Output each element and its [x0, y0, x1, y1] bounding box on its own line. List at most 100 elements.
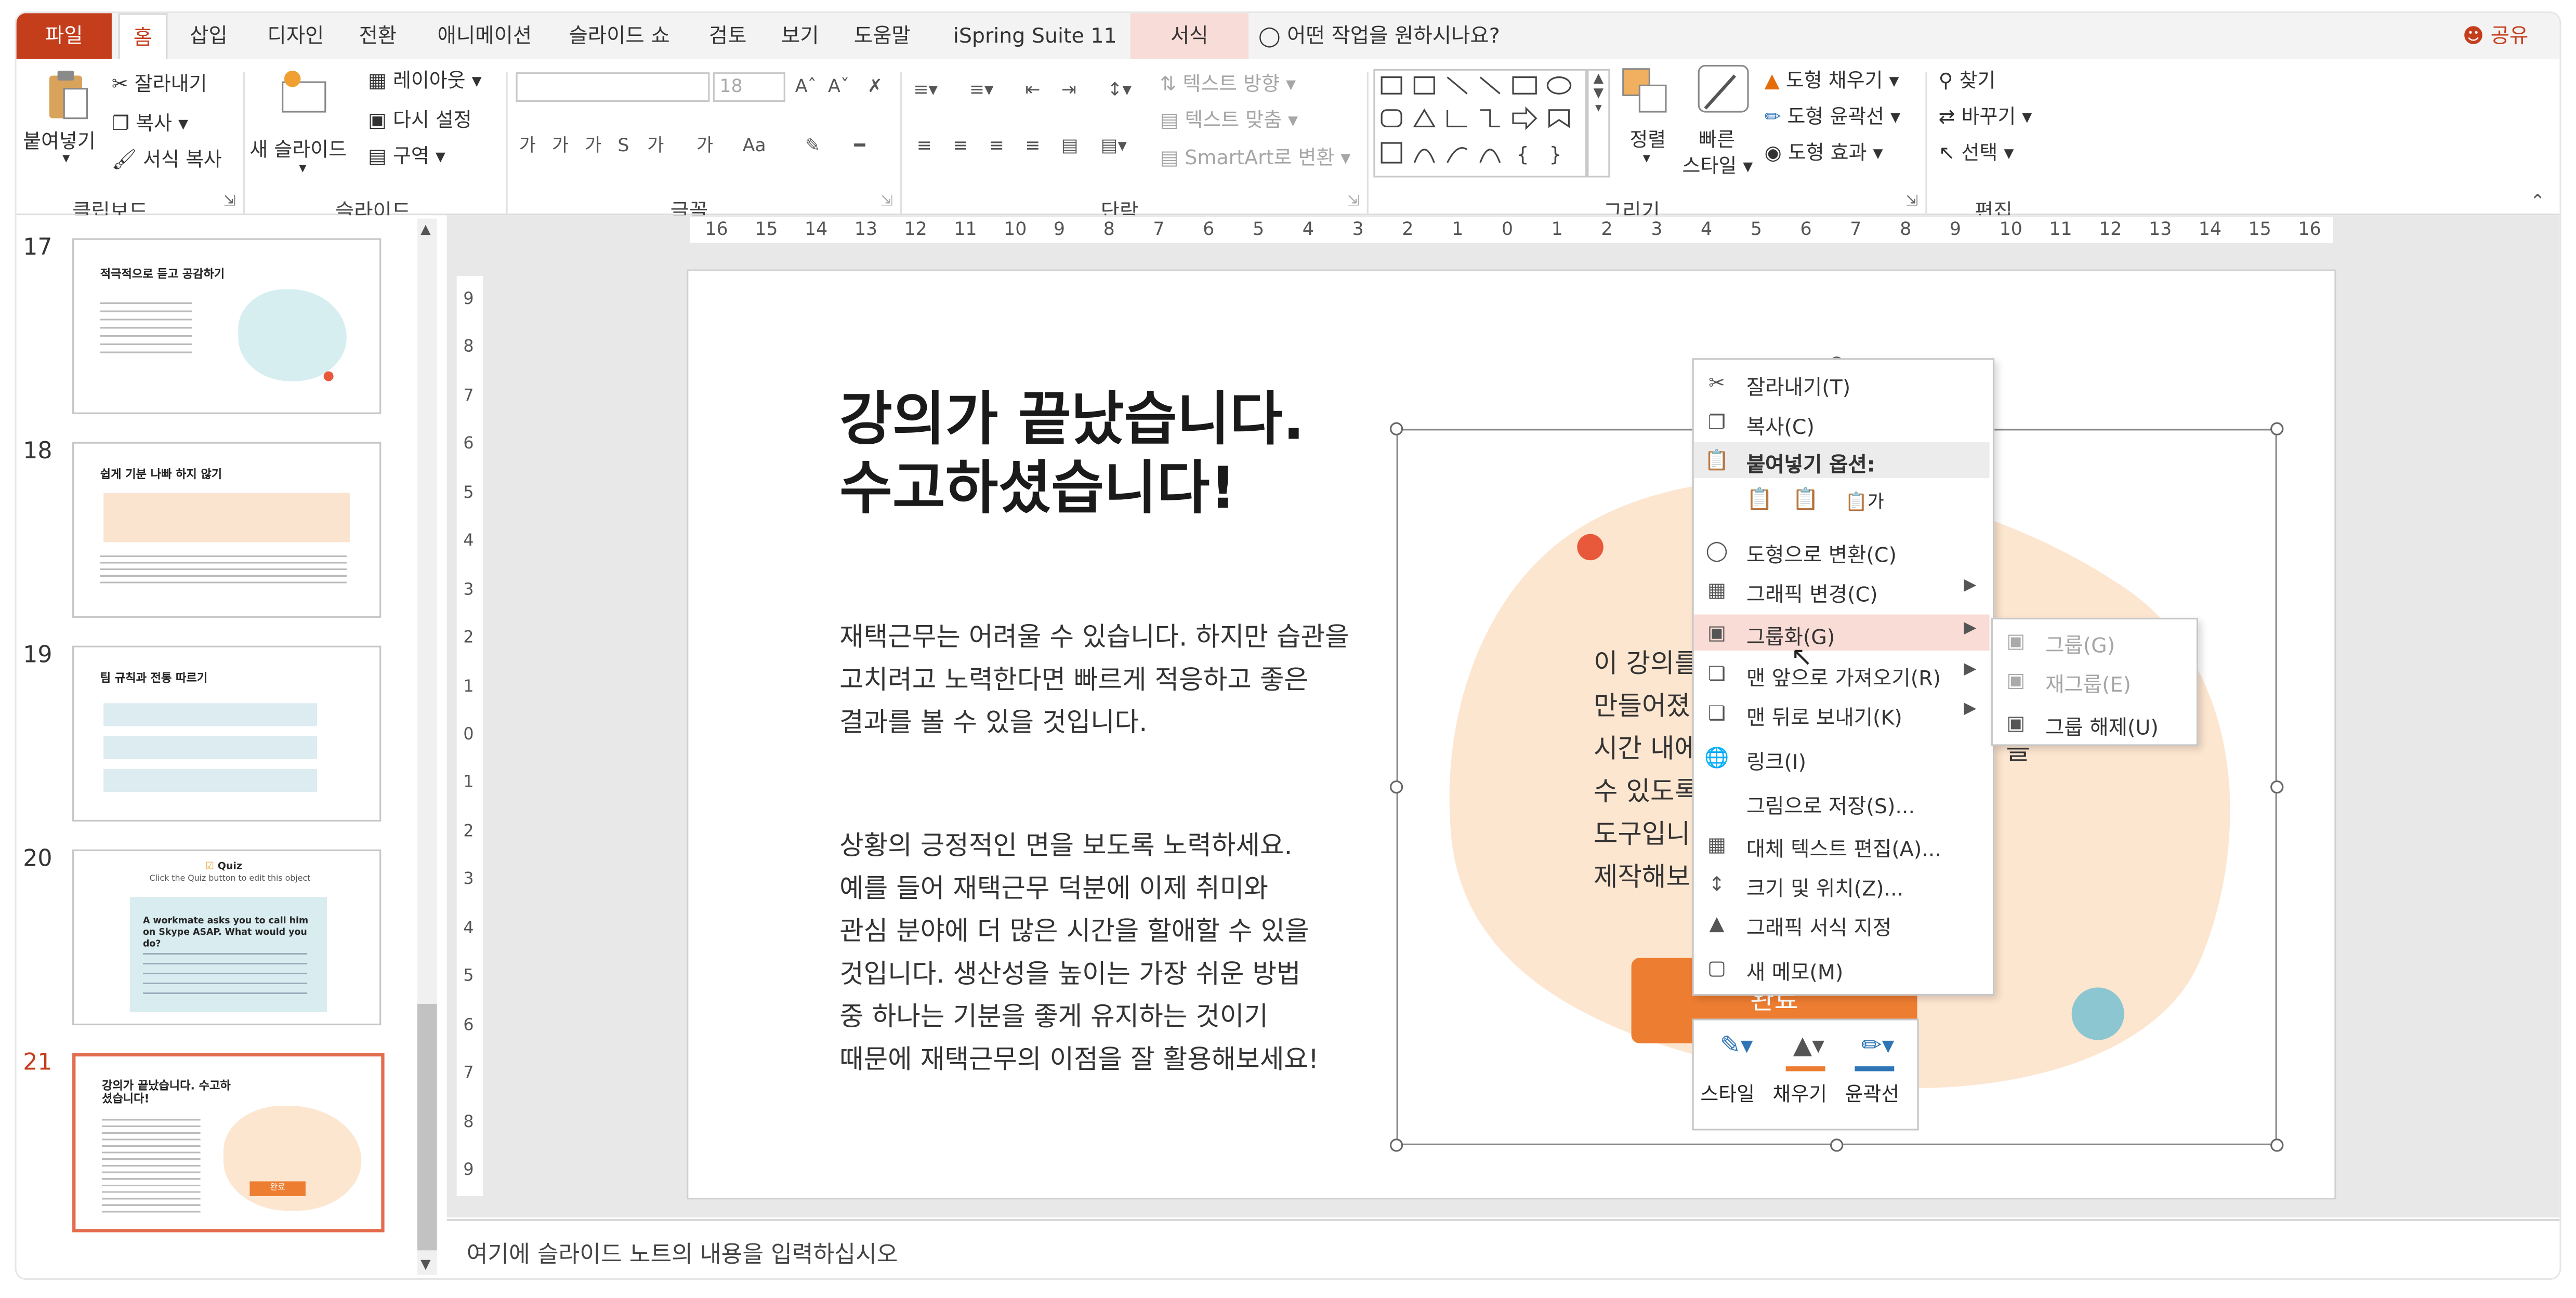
outline-button[interactable]: 윤곽선: [1845, 1079, 1899, 1107]
slide-thumbnail-17[interactable]: 적극적으로 듣고 공감하기: [72, 238, 382, 414]
submenu-item-ungroup[interactable]: ▣ 그룹 해제(U): [1993, 705, 2193, 741]
copy-button[interactable]: ❐ 복사 ▾: [112, 109, 188, 137]
shape-effects-button[interactable]: ◉ 도형 효과 ▾: [1765, 138, 1883, 166]
quick-styles-label[interactable]: 스타일 ▾: [1683, 151, 1753, 179]
smartart-button[interactable]: ▤ SmartArt로 변환 ▾: [1160, 143, 1350, 171]
font-size-combo[interactable]: 18: [713, 72, 785, 102]
resize-handle[interactable]: [1389, 422, 1403, 435]
thumbnails-scrollbar[interactable]: ▲ ▼: [417, 218, 437, 1275]
tab-home[interactable]: 홈: [118, 13, 168, 61]
resize-handle[interactable]: [1389, 780, 1403, 794]
underline-icon[interactable]: 가: [585, 135, 601, 157]
select-button[interactable]: ↖ 선택 ▾: [1939, 138, 2014, 166]
align-text-button[interactable]: ▤ 텍스트 맞춤 ▾: [1160, 105, 1298, 133]
quick-styles-button[interactable]: 빠른: [1699, 125, 1735, 153]
change-case-icon[interactable]: Aa: [743, 135, 766, 157]
arrange-icon[interactable]: [1620, 65, 1672, 118]
text-direction-button[interactable]: ⇅ 텍스트 방향 ▾: [1160, 69, 1296, 97]
slide-thumbnail-20[interactable]: ☑ Quiz Click the Quiz button to edit thi…: [72, 849, 382, 1026]
clear-format-icon[interactable]: ✗: [868, 75, 883, 98]
style-icon[interactable]: ✎▾: [1714, 1030, 1759, 1070]
shape-fill-button[interactable]: ▲ 도형 채우기 ▾: [1765, 65, 1899, 94]
submenu-item-regroup[interactable]: ▣ 재그룹(E): [1993, 662, 2193, 698]
justify-icon[interactable]: ≡: [1025, 135, 1040, 157]
shape-outline-button[interactable]: ✏ 도형 윤곽선 ▾: [1765, 102, 1901, 130]
paste-destination-theme-icon[interactable]: 📋: [1746, 488, 1779, 521]
slide-thumbnail-21[interactable]: 강의가 끝났습니다. 수고하셨습니다! 완료: [72, 1053, 385, 1233]
format-painter-button[interactable]: 🖌 서식 복사: [112, 144, 222, 173]
menu-item-send-to-back[interactable]: ❏ 맨 뒤로 보내기(K) ▶: [1694, 695, 1990, 732]
increase-indent-icon[interactable]: ⇥: [1061, 79, 1076, 102]
slide-thumbnail-18[interactable]: 쉽게 기분 나빠 하지 않기: [72, 442, 382, 618]
italic-icon[interactable]: 가: [552, 135, 569, 157]
menu-item-new-comment[interactable]: ▢ 새 메모(M): [1694, 950, 1990, 986]
numbering-icon[interactable]: ≡▾: [969, 79, 994, 102]
section-button[interactable]: ▤ 구역 ▾: [368, 141, 445, 169]
outline-icon[interactable]: ✏▾: [1855, 1030, 1900, 1070]
columns-icon[interactable]: ▤▾: [1101, 135, 1127, 157]
font-color-icon[interactable]: ━: [855, 135, 865, 157]
tab-design[interactable]: 디자인: [253, 13, 338, 59]
menu-item-alt-text[interactable]: ▦ 대체 텍스트 편집(A)...: [1694, 826, 1990, 863]
tab-animations[interactable]: 애니메이션: [427, 13, 542, 59]
shapes-scroll[interactable]: ▲ ▼ ▾: [1587, 69, 1610, 178]
share-button[interactable]: ☻ 공유: [2454, 13, 2536, 59]
distribute-icon[interactable]: ▤: [1061, 135, 1079, 157]
resize-handle[interactable]: [2270, 1138, 2284, 1152]
cut-button[interactable]: ✂ 잘라내기: [112, 69, 207, 97]
bullets-icon[interactable]: ≡▾: [913, 79, 938, 102]
font-name-combo[interactable]: [516, 72, 710, 102]
resize-handle[interactable]: [2270, 780, 2284, 794]
clipboard-launcher-icon[interactable]: ⇲: [224, 194, 236, 210]
new-slide-button[interactable]: 새 슬라이드: [249, 135, 347, 163]
submenu-item-group[interactable]: ▣ 그룹(G): [1993, 622, 2193, 659]
tab-review[interactable]: 검토: [700, 13, 755, 59]
style-button[interactable]: 스타일: [1700, 1079, 1755, 1107]
scroll-down-icon[interactable]: ▼: [420, 1257, 430, 1271]
new-slide-icon[interactable]: [279, 69, 332, 115]
decrease-indent-icon[interactable]: ⇤: [1025, 79, 1040, 102]
menu-item-group[interactable]: ▣ 그룹화(G) ▶: [1693, 614, 1990, 651]
arrange-dropdown-icon[interactable]: ▾: [1643, 151, 1650, 168]
tab-help[interactable]: 도움말: [845, 13, 920, 59]
tab-slideshow[interactable]: 슬라이드 쇼: [559, 13, 680, 59]
menu-item-bring-to-front[interactable]: ❏ 맨 앞으로 가져오기(R) ▶: [1694, 656, 1990, 692]
slide-paragraph-1[interactable]: 재택근무는 어려울 수 있습니다. 하지만 습관을 고치려고 노력한다면 빠르게…: [839, 616, 1349, 745]
reset-button[interactable]: ▣ 다시 설정: [368, 105, 472, 133]
tab-transitions[interactable]: 전환: [345, 13, 411, 59]
align-left-icon[interactable]: ≡: [917, 135, 932, 157]
paragraph-launcher-icon[interactable]: ⇲: [1347, 194, 1360, 210]
shadow-icon[interactable]: S: [617, 135, 629, 157]
slide-title[interactable]: 강의가 끝났습니다. 수고하셨습니다!: [839, 386, 1305, 524]
tab-view[interactable]: 보기: [772, 13, 828, 59]
align-right-icon[interactable]: ≡: [989, 135, 1004, 157]
layout-button[interactable]: ▦ 레이아웃 ▾: [368, 65, 482, 94]
resize-handle[interactable]: [1389, 1138, 1403, 1152]
arrange-button[interactable]: 정렬: [1629, 125, 1666, 153]
menu-item-convert-to-shapes[interactable]: ◯ 도형으로 변환(C): [1694, 532, 1990, 568]
highlight-icon[interactable]: ✎: [805, 135, 820, 157]
slide-thumbnail-19[interactable]: 팀 규칙과 전통 따르기: [72, 645, 382, 822]
slide-paragraph-2[interactable]: 상황의 긍정적인 면을 보도록 노력하세요. 예를 들어 재택근무 덕분에 이제…: [839, 825, 1319, 1081]
menu-item-link[interactable]: 🌐 링크(I): [1694, 739, 1990, 776]
resize-handle[interactable]: [1830, 1138, 1844, 1152]
paste-button[interactable]: 붙여넣기: [23, 126, 96, 154]
menu-item-change-graphic[interactable]: ▦ 그래픽 변경(C) ▶: [1694, 572, 1990, 608]
fill-button[interactable]: 채우기: [1772, 1079, 1827, 1107]
tab-insert[interactable]: 삽입: [177, 13, 240, 59]
notes-pane[interactable]: 여기에 슬라이드 노트의 내용을 입력하십시오: [446, 1219, 2560, 1279]
shapes-gallery[interactable]: {}: [1373, 69, 1587, 178]
resize-handle[interactable]: [2270, 422, 2284, 435]
paste-dropdown-icon[interactable]: ▾: [62, 151, 70, 168]
scrollbar-thumb[interactable]: [417, 1003, 437, 1251]
paste-text-only-icon[interactable]: 📋가: [1845, 488, 1884, 521]
char-spacing-icon[interactable]: 가: [696, 135, 713, 157]
scroll-up-icon[interactable]: ▲: [420, 222, 430, 236]
grow-font-icon[interactable]: Aˆ: [795, 75, 817, 98]
align-center-icon[interactable]: ≡: [953, 135, 968, 157]
new-slide-dropdown-icon[interactable]: ▾: [299, 161, 306, 178]
menu-item-cut[interactable]: ✂ 잘라내기(T): [1694, 365, 1990, 401]
bold-icon[interactable]: 가: [519, 135, 536, 157]
menu-item-format-graphic[interactable]: ▲ 그래픽 서식 지정: [1694, 905, 1990, 942]
shrink-font-icon[interactable]: Aˇ: [828, 75, 849, 98]
